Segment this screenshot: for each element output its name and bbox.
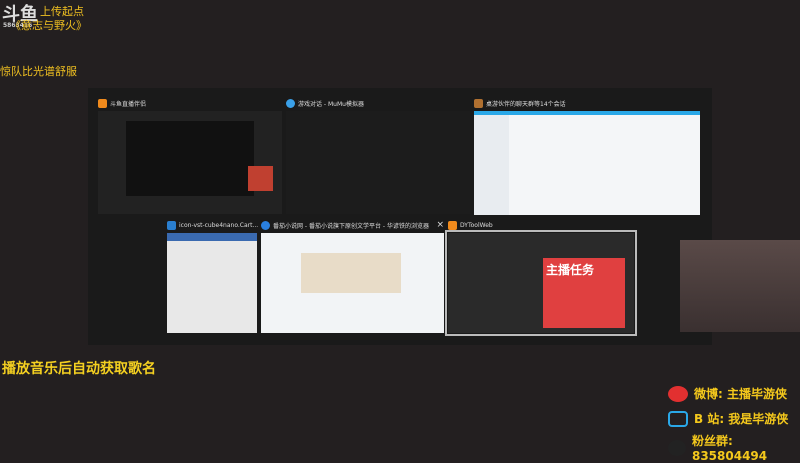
window-douyu-companion[interactable]: 斗鱼直播伴侣 [98,98,282,214]
qq-text: 粉丝群: 835804494 [691,434,768,463]
window-cart[interactable]: icon-vst-cube4nano.Cart... [167,220,258,333]
webcam-feed [680,240,800,332]
window-title: 桌游伙伴的聊天群等14个会话 [486,100,566,108]
promo-banner: 主播任务 [543,258,625,328]
qq-icon [668,439,686,456]
window-dytoolweb[interactable]: DYToolWeb 主播任务 [445,220,637,336]
bilibili-icon [668,410,688,427]
bilibili-info: B 站: 我是毕游侠 [668,410,788,427]
window-title: 斗鱼直播伴侣 [110,100,147,108]
weibo-info: 微博: 主播毕游侠 [668,385,787,402]
qq-info: 粉丝群: 835804494 [668,432,800,463]
bilibili-text: B 站: 我是毕游侠 [694,412,789,426]
window-title: 番茄小说网 - 番茄小说旗下原创文学平台 - 华谚铁的浏览器 [273,222,429,230]
overlay-line-3: 惊队比光谱舒服 [0,65,77,78]
window-title: icon-vst-cube4nano.Cart... [179,221,259,229]
window-chat[interactable]: 桌游伙伴的聊天群等14个会话 [474,98,700,215]
app-icon [167,220,176,230]
app-icon [448,220,457,230]
window-title: DYToolWeb [460,221,493,229]
overlay-line-2: 《意志与野火》 [10,19,87,32]
window-mumu[interactable]: 游戏对话 - MuMu模拟器 [286,98,470,214]
app-icon [261,220,270,230]
weibo-text: 微博: 主播毕游侠 [694,387,787,401]
app-icon [286,98,295,108]
window-title: 游戏对话 - MuMu模拟器 [298,100,364,108]
app-icon [474,98,483,108]
app-icon [98,98,107,108]
weibo-icon [668,385,688,402]
window-browser[interactable]: 番茄小说网 - 番茄小说旗下原创文学平台 - 华谚铁的浏览器 × [261,220,444,333]
close-icon[interactable]: × [436,220,444,230]
bottom-caption: 播放音乐后自动获取歌名 [2,361,156,377]
